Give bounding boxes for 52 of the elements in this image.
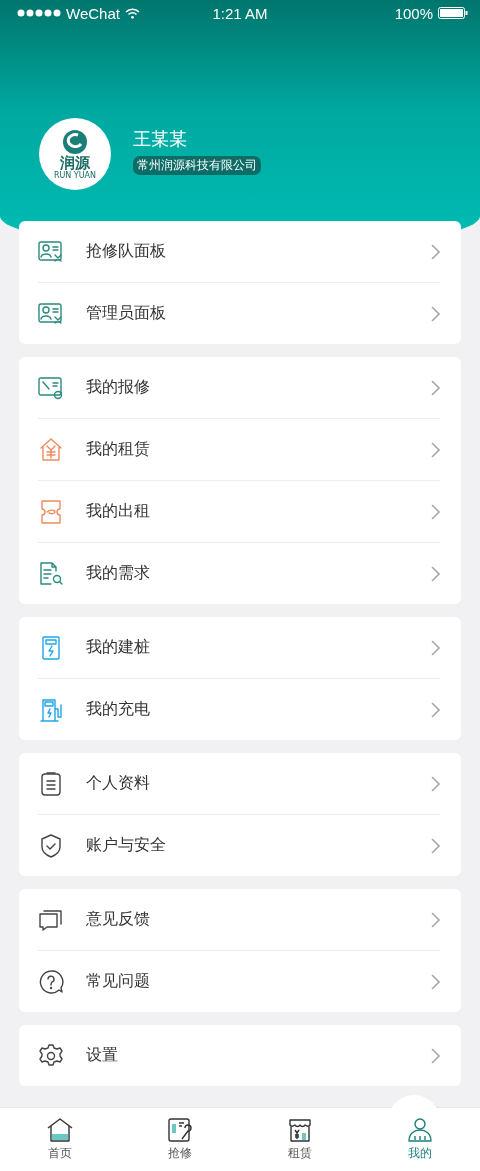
menu-item[interactable]: 我的报修 (38, 357, 440, 418)
menu-item[interactable]: 意见反馈 (38, 889, 440, 950)
company-logo: 润源 RUN YUAN (39, 118, 111, 190)
wrench-card-icon (38, 374, 64, 401)
chevron-right-icon (431, 973, 440, 990)
chevron-right-icon (431, 775, 440, 792)
battery-percent: 100% (394, 4, 433, 22)
user-name: 王某某 (133, 127, 187, 151)
status-time: 1:21 AM (212, 4, 268, 22)
menu-item[interactable]: 个人资料 (38, 753, 440, 814)
ticket-icon (38, 498, 64, 525)
chevron-right-icon (431, 305, 440, 322)
wifi-icon (124, 7, 140, 19)
carrier-name: WeChat (66, 4, 120, 22)
menu-item[interactable]: 我的需求 (38, 542, 440, 604)
shop-icon (287, 1117, 313, 1143)
question-bubble-icon (38, 968, 64, 995)
chevron-right-icon (431, 1047, 440, 1064)
battery-icon (438, 7, 468, 19)
chevron-right-icon (431, 441, 440, 458)
document-search-icon (38, 560, 64, 587)
signal-icon (17, 9, 61, 17)
tab-item[interactable]: 抢修 (120, 1108, 240, 1171)
menu-item[interactable]: 账户与安全 (38, 814, 440, 876)
user-icon (407, 1117, 433, 1143)
repair-icon (167, 1117, 193, 1143)
menu-item[interactable]: 我的充电 (38, 678, 440, 740)
menu-item[interactable]: 设置 (38, 1025, 440, 1086)
chevron-right-icon (431, 503, 440, 520)
chevron-right-icon (431, 565, 440, 582)
chevron-right-icon (431, 911, 440, 928)
tab-item[interactable]: 租赁 (240, 1108, 360, 1171)
house-yen-icon (38, 436, 64, 463)
menu-item[interactable]: 抢修队面板 (38, 221, 440, 282)
tab-item[interactable]: 我的 (360, 1108, 480, 1171)
shield-check-icon (38, 832, 64, 859)
menu-item[interactable]: 我的出租 (38, 480, 440, 542)
chevron-right-icon (431, 243, 440, 260)
clipboard-icon (38, 770, 64, 797)
menu-item[interactable]: 我的建桩 (38, 617, 440, 678)
chevron-right-icon (431, 837, 440, 854)
menu-item[interactable]: 管理员面板 (38, 282, 440, 344)
company-tag: 常州润源科技有限公司 (133, 156, 261, 175)
chevron-right-icon (431, 701, 440, 718)
fuel-pump-icon (38, 696, 64, 723)
home-icon (47, 1117, 73, 1143)
chevron-right-icon (431, 639, 440, 656)
chevron-right-icon (431, 379, 440, 396)
menu-item[interactable]: 我的租赁 (38, 418, 440, 480)
menu-item[interactable]: 常见问题 (38, 950, 440, 1012)
tab-item[interactable]: 首页 (0, 1108, 120, 1171)
settings-icon (38, 1042, 64, 1069)
